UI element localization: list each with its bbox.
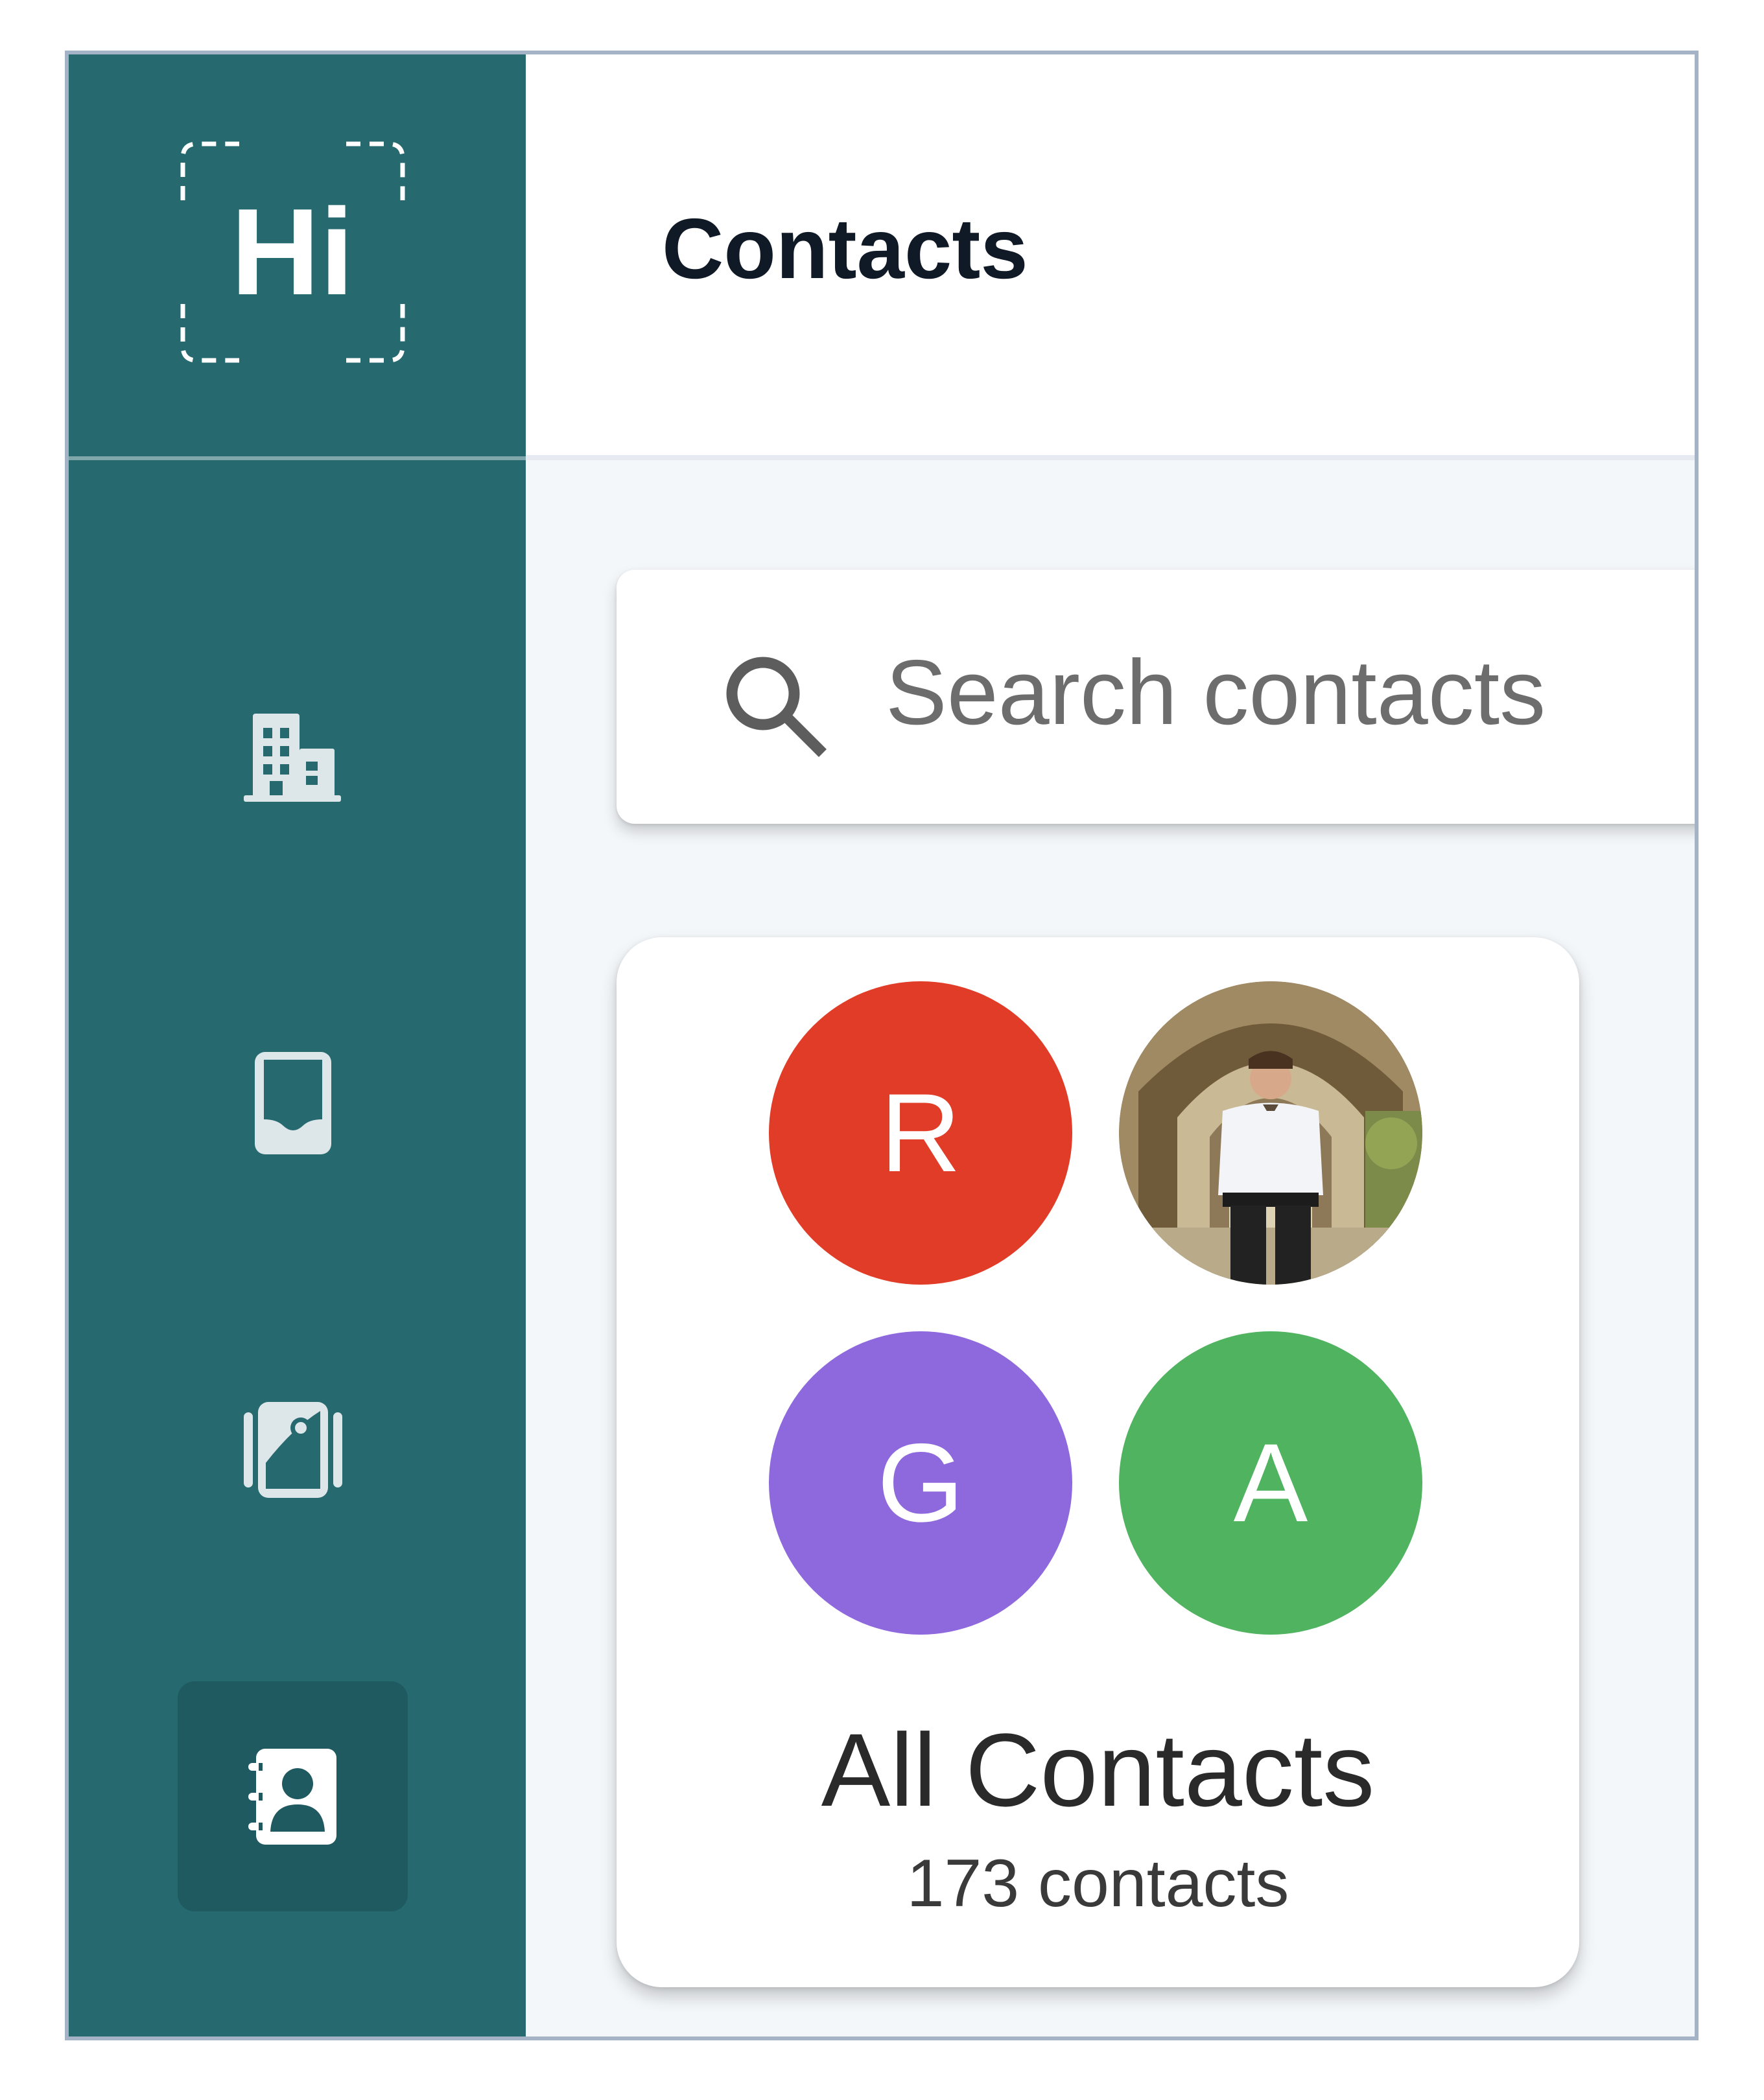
sidebar: Hi: [69, 54, 526, 2036]
search-icon: [726, 657, 827, 758]
contact-group-card[interactable]: R G A All Contacts 173 contacts: [617, 937, 1579, 1987]
page-title: Contacts: [662, 201, 1028, 296]
avatar-initial: R: [880, 1071, 961, 1195]
logo-area: Hi: [69, 54, 526, 460]
app-logo[interactable]: Hi: [178, 139, 408, 366]
app-window: Hi Contacts Search contacts R G A All Co…: [65, 51, 1699, 2040]
contact-book-icon: [248, 1748, 336, 1845]
avatar: G: [769, 1331, 1072, 1635]
photo-album-icon: [243, 1401, 342, 1498]
avatar: A: [1119, 1331, 1422, 1635]
group-name: All Contacts: [821, 1712, 1375, 1828]
avatar-photo: [1119, 981, 1422, 1285]
avatar-initial: G: [877, 1421, 964, 1545]
avatar: R: [769, 981, 1072, 1285]
person-photo-avatar: [1119, 981, 1422, 1285]
search-bar[interactable]: [617, 570, 1695, 824]
search-input[interactable]: [886, 628, 1695, 758]
page-header: Contacts: [526, 54, 1695, 460]
avatar-initial: A: [1233, 1421, 1308, 1545]
logo-text: Hi: [231, 183, 354, 321]
group-count: 173 contacts: [906, 1846, 1289, 1921]
building-icon: [243, 713, 341, 802]
inbox-icon: [254, 1051, 331, 1154]
sidebar-item-albums[interactable]: [178, 1335, 408, 1565]
sidebar-item-companies[interactable]: [178, 642, 408, 872]
sidebar-item-inbox[interactable]: [178, 988, 408, 1218]
sidebar-item-contacts[interactable]: [178, 1681, 408, 1911]
logo-frame-icon: Hi: [180, 141, 405, 363]
